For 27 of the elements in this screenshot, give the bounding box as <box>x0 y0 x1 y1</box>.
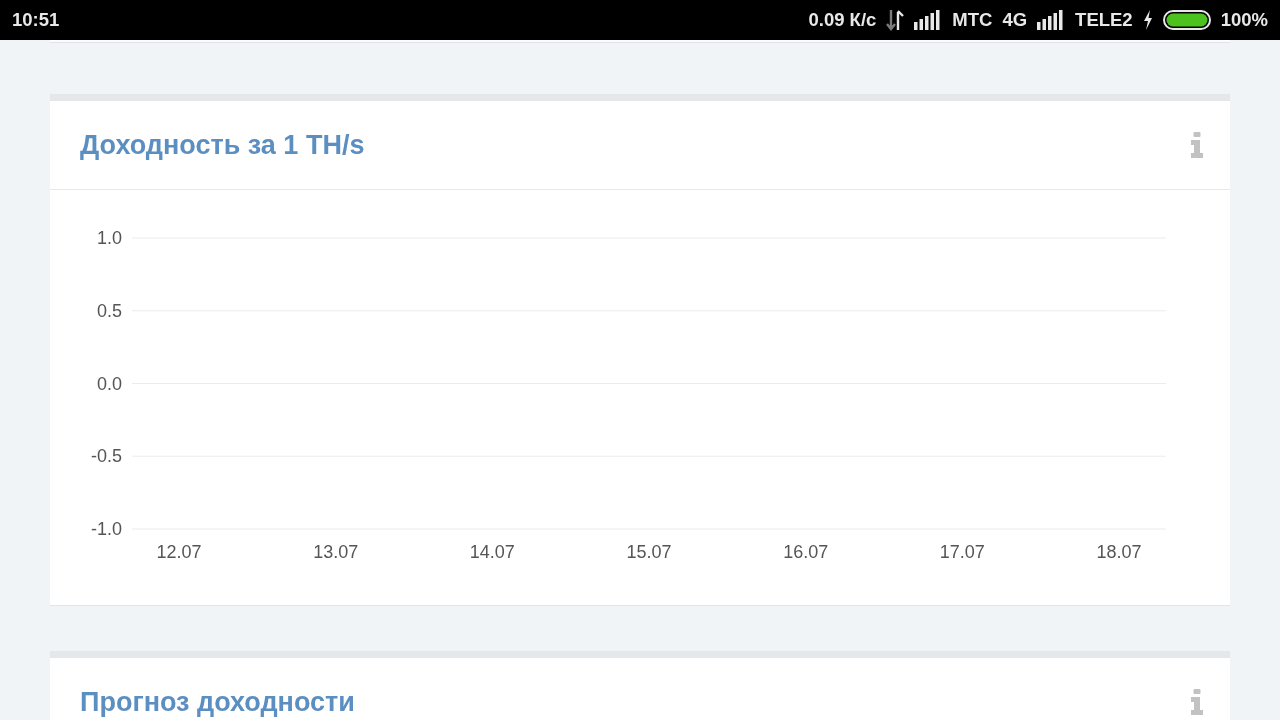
y-axis-label: 0.5 <box>96 300 122 321</box>
card-title: Прогноз доходности <box>80 686 355 718</box>
x-axis-label: 16.07 <box>783 542 829 562</box>
clock: 10:51 <box>12 9 60 31</box>
y-axis-label: -0.5 <box>90 446 122 467</box>
x-axis-label: 13.07 <box>313 542 359 562</box>
carrier-name: МТС <box>952 9 993 31</box>
y-axis-label: 1.0 <box>96 228 122 248</box>
x-axis-label: 12.07 <box>156 542 202 562</box>
info-icon[interactable] <box>1190 132 1204 158</box>
info-icon[interactable] <box>1190 689 1204 715</box>
battery-percent: 100% <box>1220 9 1268 31</box>
x-axis-label: 15.07 <box>626 542 672 562</box>
network-type: 4G <box>1002 9 1028 31</box>
x-axis-label: 18.07 <box>1096 542 1142 562</box>
y-axis-label: -1.0 <box>90 519 122 539</box>
y-axis-label: 0.0 <box>96 373 122 394</box>
carrier-name: TELE2 <box>1075 9 1133 31</box>
card-title: Доходность за 1 TH/s <box>80 129 365 161</box>
x-axis-label: 17.07 <box>939 542 985 562</box>
x-axis-label: 14.07 <box>469 542 515 562</box>
network-speed: 0.09 К/с <box>808 9 877 31</box>
battery-icon <box>1162 10 1211 30</box>
signal-icon <box>1037 10 1064 30</box>
charging-bolt-icon <box>1142 10 1153 30</box>
data-transfer-icon <box>886 9 905 31</box>
signal-icon <box>914 10 941 30</box>
